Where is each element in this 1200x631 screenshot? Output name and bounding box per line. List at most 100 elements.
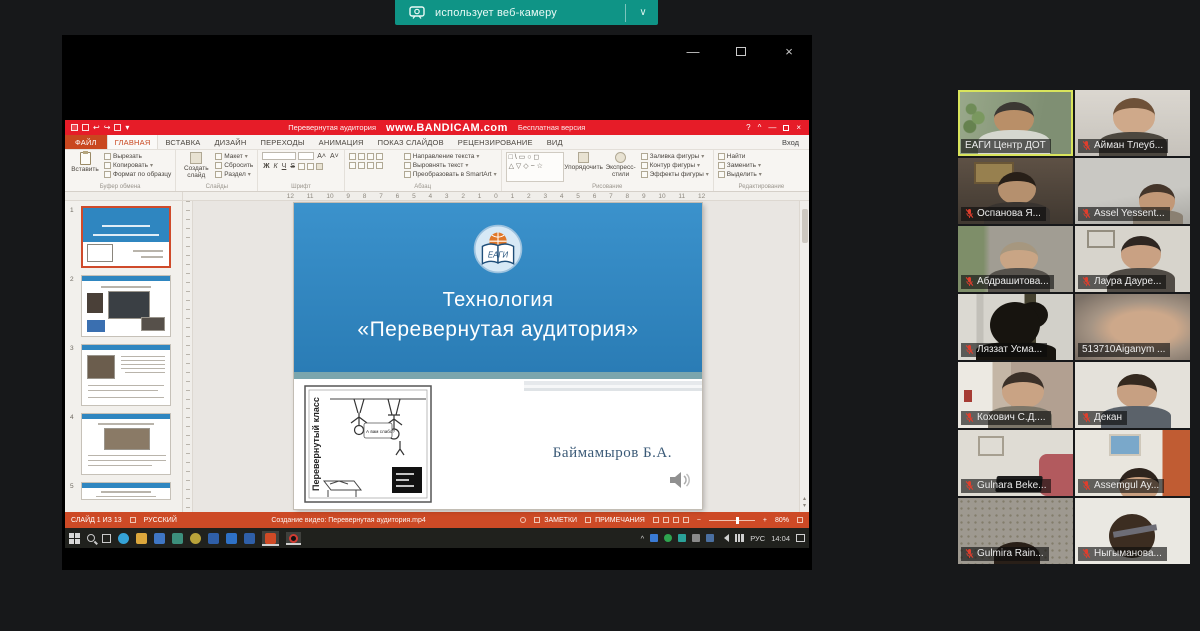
zoom-level[interactable]: 80% — [775, 517, 789, 524]
comments-button[interactable]: ПРИМЕЧАНИЯ — [585, 517, 645, 524]
align-right-icon[interactable] — [367, 162, 374, 169]
grow-font-button[interactable]: A˄ — [316, 153, 327, 160]
format-painter-button[interactable]: Формат по образцу — [104, 171, 171, 178]
scrollbar-thumb[interactable] — [802, 209, 808, 243]
powerpoint-taskbar-button[interactable] — [262, 531, 279, 546]
participant-tile[interactable]: Assemgul Ay... — [1075, 430, 1190, 496]
audio-speaker-icon[interactable] — [668, 469, 692, 491]
undo-icon[interactable]: ↩ — [93, 124, 100, 131]
participant-tile[interactable]: Айман Тлеуб... — [1075, 90, 1190, 156]
action-center-icon[interactable] — [796, 534, 805, 542]
justify-icon[interactable] — [376, 162, 383, 169]
shrink-font-button[interactable]: A˅ — [329, 153, 340, 160]
shape-fill-button[interactable]: Заливка фигуры▾ — [641, 153, 709, 160]
new-slide-button[interactable]: Создать слайд — [180, 152, 212, 182]
qat-dropdown-icon[interactable]: ▾ — [125, 124, 129, 131]
network-icon[interactable] — [735, 534, 744, 542]
word-icon[interactable] — [226, 533, 237, 544]
strikethrough-button[interactable]: S — [289, 163, 296, 170]
tray-language[interactable]: РУС — [750, 534, 765, 543]
redo-icon[interactable]: ↪ — [104, 124, 111, 131]
slide-thumbnail[interactable] — [81, 206, 171, 268]
bandicam-taskbar-button[interactable] — [286, 532, 301, 545]
line-spacing-icon[interactable] — [376, 153, 383, 160]
help-icon[interactable]: ? — [746, 123, 750, 132]
edge-icon[interactable] — [118, 533, 129, 544]
participant-tile[interactable]: 513710Aiganym ... — [1075, 294, 1190, 360]
select-button[interactable]: Выделить▾ — [718, 171, 762, 178]
tray-app-icon[interactable] — [678, 534, 686, 542]
participant-tile[interactable]: Assel Yessent... — [1075, 158, 1190, 224]
view-switcher[interactable] — [653, 517, 689, 523]
change-case-icon[interactable] — [307, 163, 314, 170]
tab-view[interactable]: ВИД — [540, 135, 570, 149]
align-center-icon[interactable] — [358, 162, 365, 169]
tab-slideshow[interactable]: ПОКАЗ СЛАЙДОВ — [371, 135, 451, 149]
copy-button[interactable]: Копировать▾ — [104, 162, 171, 169]
ribbon-options-icon[interactable]: ^ — [758, 123, 762, 132]
maximize-button[interactable] — [732, 43, 750, 59]
tray-clock[interactable]: 14:04 — [771, 534, 790, 543]
tab-animations[interactable]: АНИМАЦИЯ — [312, 135, 371, 149]
tray-app-icon[interactable] — [692, 534, 700, 542]
participant-tile[interactable]: Абдрашитова... — [958, 226, 1073, 292]
app-icon[interactable] — [190, 533, 201, 544]
shape-effects-button[interactable]: Эффекты фигуры▾ — [641, 171, 709, 178]
tray-app-icon[interactable] — [664, 534, 672, 542]
zoom-out-button[interactable]: − — [697, 517, 701, 524]
vertical-scrollbar[interactable]: ▴▾ — [799, 201, 809, 512]
align-text-button[interactable]: Выровнять текст▾ — [404, 162, 497, 169]
volume-icon[interactable] — [720, 534, 729, 542]
search-icon[interactable] — [87, 534, 95, 542]
indent-icon[interactable] — [367, 153, 374, 160]
tray-app-icon[interactable] — [706, 534, 714, 542]
participant-tile[interactable]: Ляззат Усма... — [958, 294, 1073, 360]
participant-tile[interactable]: ЕАГИ Центр ДОТ — [958, 90, 1073, 156]
bold-button[interactable]: Ж — [262, 163, 270, 170]
participant-tile[interactable]: Лаура Дауре... — [1075, 226, 1190, 292]
slideshow-view-icon[interactable] — [683, 517, 689, 523]
app-icon[interactable] — [208, 533, 219, 544]
reset-button[interactable]: Сбросить — [215, 162, 253, 169]
chevron-down-icon[interactable]: ∨ — [628, 7, 658, 18]
close-button[interactable]: × — [780, 43, 798, 59]
align-left-icon[interactable] — [349, 162, 356, 169]
file-explorer-icon[interactable] — [136, 533, 147, 544]
normal-view-icon[interactable] — [653, 517, 659, 523]
italic-button[interactable]: К — [273, 163, 279, 170]
tray-app-icon[interactable] — [650, 534, 658, 542]
ppt-minimize-icon[interactable]: — — [768, 123, 776, 132]
participant-tile[interactable]: Gulnara Beke... — [958, 430, 1073, 496]
shape-outline-button[interactable]: Контур фигуры▾ — [641, 162, 709, 169]
mail-icon[interactable] — [154, 533, 165, 544]
app-icon[interactable] — [244, 533, 255, 544]
minimize-button[interactable]: — — [684, 43, 702, 59]
participant-tile[interactable]: Декан — [1075, 362, 1190, 428]
tray-expand-icon[interactable]: ^ — [641, 534, 645, 543]
tab-review[interactable]: РЕЦЕНЗИРОВАНИЕ — [451, 135, 540, 149]
tab-home[interactable]: ГЛАВНАЯ — [107, 135, 159, 149]
paste-button[interactable]: Вставить — [69, 152, 101, 182]
zoom-slider[interactable] — [709, 520, 755, 521]
font-name-input[interactable] — [262, 152, 296, 160]
tab-file[interactable]: ФАЙЛ — [65, 135, 107, 149]
tab-design[interactable]: ДИЗАЙН — [208, 135, 254, 149]
current-slide[interactable]: ЕАГИ Технология «Перевернутая аудитория»… — [294, 203, 702, 509]
arrange-button[interactable]: Упорядочить — [567, 152, 601, 182]
slide-thumbnail[interactable] — [81, 482, 171, 500]
task-view-icon[interactable] — [102, 534, 111, 543]
participant-tile[interactable]: Оспанова Я... — [958, 158, 1073, 224]
underline-button[interactable]: Ч — [281, 163, 288, 170]
participant-tile[interactable]: Кохович С.Д.... — [958, 362, 1073, 428]
zoom-in-button[interactable]: + — [763, 517, 767, 524]
ppt-restore-icon[interactable] — [783, 125, 789, 131]
ppt-close-icon[interactable]: × — [796, 123, 801, 132]
text-direction-button[interactable]: Направление текста▾ — [404, 153, 497, 160]
slide-nav-buttons[interactable]: ▴▾ — [800, 496, 809, 510]
language-indicator[interactable]: РУССКИЙ — [144, 517, 177, 524]
numbering-icon[interactable] — [358, 153, 365, 160]
slide-thumbnail[interactable] — [81, 344, 171, 406]
font-size-input[interactable] — [298, 152, 314, 160]
fit-to-window-icon[interactable] — [797, 517, 803, 523]
slide-thumbnail[interactable] — [81, 413, 171, 475]
